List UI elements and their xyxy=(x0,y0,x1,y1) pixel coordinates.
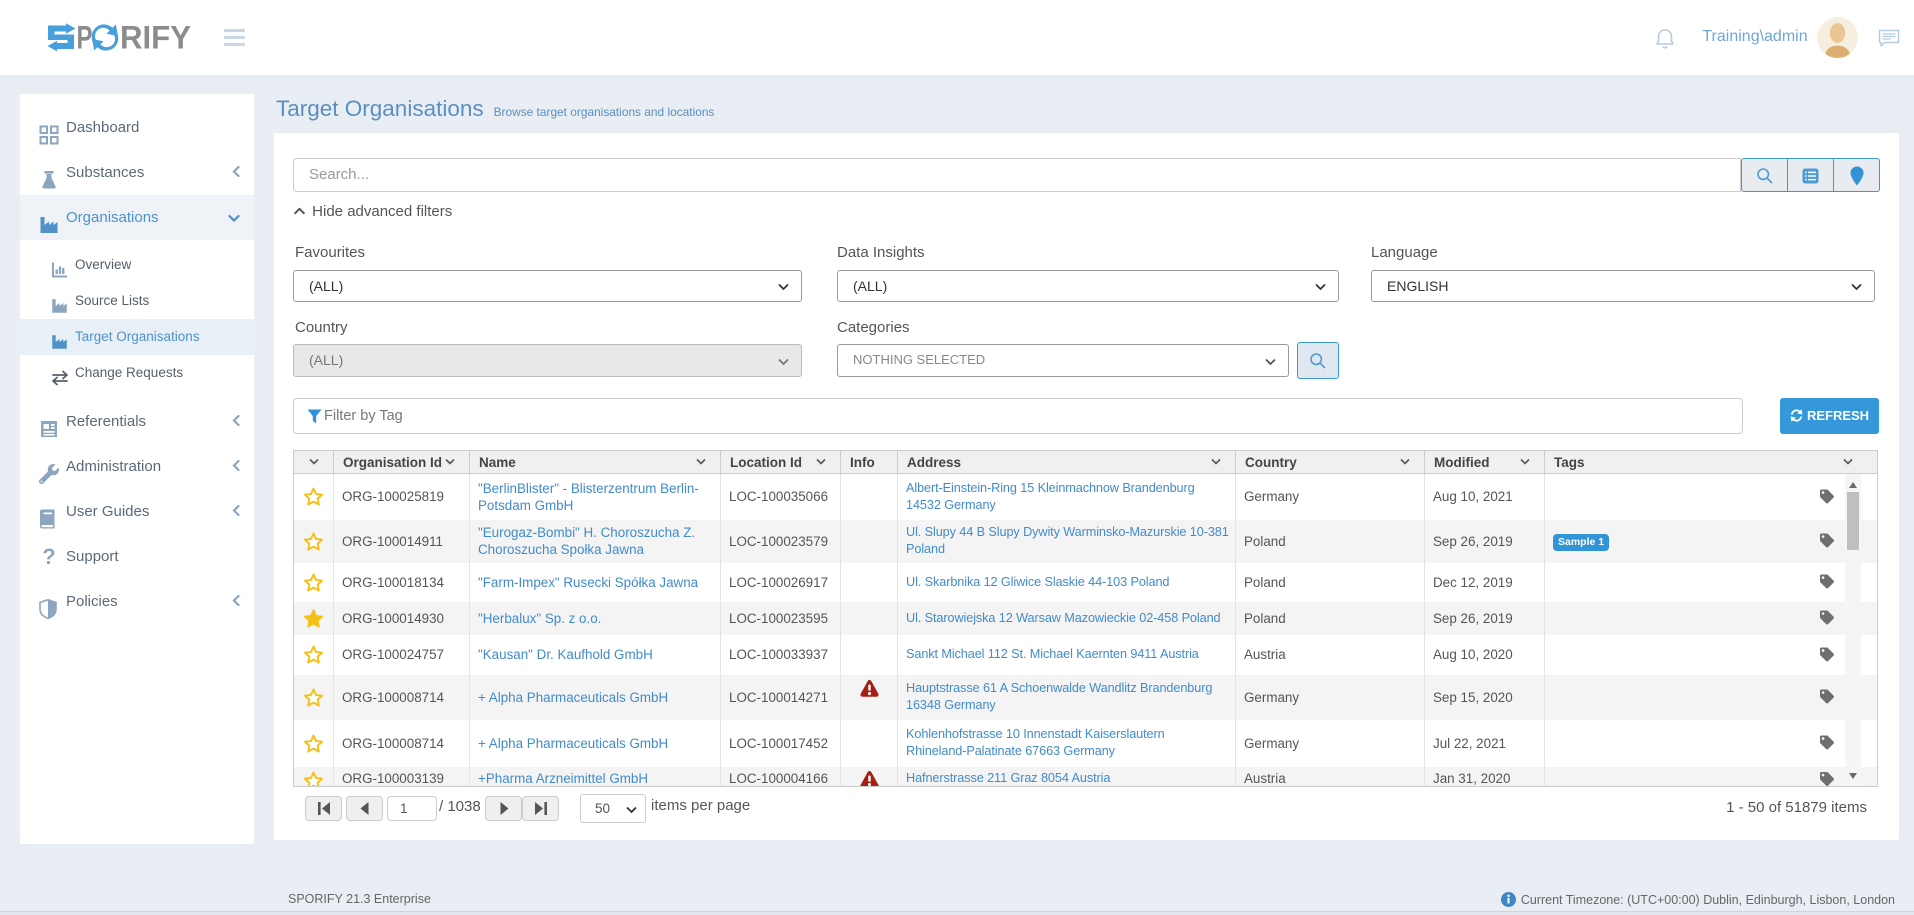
svg-text:P: P xyxy=(77,19,93,55)
svg-text:RIFY: RIFY xyxy=(120,19,191,55)
